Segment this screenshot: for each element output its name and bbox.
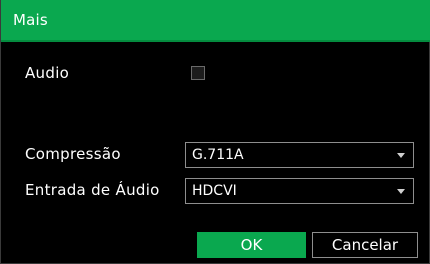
chevron-down-icon (397, 153, 405, 158)
audio-input-label: Entrada de Áudio (25, 181, 160, 199)
audio-input-value: HDCVI (192, 183, 237, 199)
audio-input-select[interactable]: HDCVI (185, 178, 414, 204)
ok-button[interactable]: OK (197, 232, 306, 258)
audio-label: Audio (25, 64, 70, 82)
dialog-titlebar: Mais (1, 0, 430, 42)
compression-label: Compressão (25, 145, 121, 163)
audio-checkbox[interactable] (191, 66, 205, 80)
dialog-title: Mais (13, 11, 48, 29)
compression-value: G.711A (192, 147, 244, 163)
more-settings-dialog: Mais Audio Compressão G.711A Entrada de … (0, 0, 430, 264)
cancel-button[interactable]: Cancelar (312, 232, 418, 258)
compression-select[interactable]: G.711A (185, 142, 414, 168)
chevron-down-icon (397, 189, 405, 194)
